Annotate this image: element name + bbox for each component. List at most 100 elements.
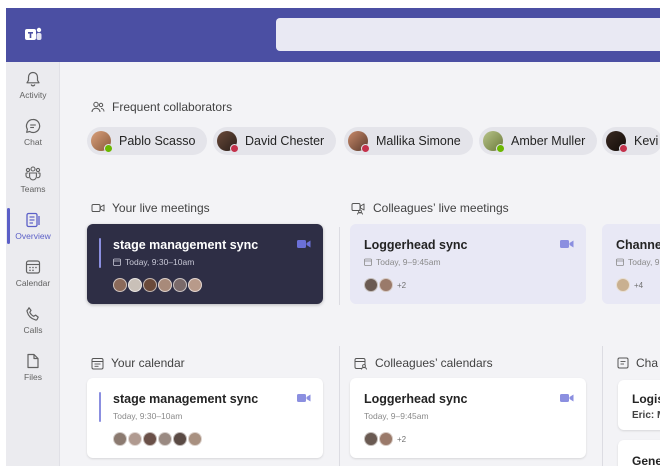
top-bar (6, 8, 660, 62)
calendar-small-icon (616, 258, 624, 266)
rail-item-teams[interactable]: Teams (6, 160, 60, 206)
channel-card[interactable]: Gener (618, 440, 660, 466)
section-divider (339, 346, 340, 466)
presence-busy-icon (361, 144, 370, 153)
meeting-time: Today, 9 (616, 257, 660, 267)
rail-item-activity[interactable]: Activity (6, 66, 60, 112)
section-title: Frequent collaborators (112, 100, 233, 114)
calendar-event-card[interactable]: stage management sync Today, 9:30–10am (87, 378, 323, 458)
more-participants-count: +2 (397, 280, 407, 290)
app-rail: Activity Chat Teams Overview Calendar Ca… (6, 62, 60, 466)
meeting-title: stage management sync (113, 392, 259, 406)
avatar (217, 131, 239, 153)
section-title: Colleagues’ calendars (375, 356, 493, 370)
live-meeting-card[interactable]: stage management sync Today, 9:30–10am (87, 224, 323, 304)
avatar (158, 278, 172, 292)
presence-busy-icon (619, 144, 628, 153)
join-video-icon[interactable] (560, 393, 574, 403)
avatar (483, 131, 505, 153)
chat-icon (25, 118, 41, 134)
avatar (188, 432, 202, 446)
frequent-collaborators-header: Frequent collaborators (91, 100, 232, 114)
channel-title: Gener (632, 454, 660, 466)
collaborator-chip[interactable]: Kevi (602, 127, 660, 155)
meeting-title: Loggerhead sync (364, 238, 468, 252)
rail-item-label: Calendar (15, 278, 51, 288)
colleague-calendar-card[interactable]: Loggerhead sync Today, 9–9:45am +2 (350, 378, 586, 458)
your-calendar-header: Your calendar (91, 356, 185, 370)
meeting-accent-bar (99, 392, 101, 422)
avatar (364, 278, 378, 292)
people-icon (91, 101, 105, 113)
more-participants-count: +2 (397, 434, 407, 444)
section-title: Your live meetings (112, 201, 210, 215)
channel-icon (617, 357, 629, 369)
colleague-meeting-card[interactable]: Loggerhead sync Today, 9–9:45am +2 (350, 224, 586, 304)
join-video-icon[interactable] (297, 393, 311, 403)
calendar-icon (91, 357, 104, 369)
rail-item-calendar[interactable]: Calendar (6, 254, 60, 300)
search-input[interactable] (276, 18, 660, 51)
file-icon (27, 353, 39, 369)
avatar (173, 432, 187, 446)
avatar (616, 278, 630, 292)
teams-icon (25, 166, 41, 181)
meeting-accent-bar (99, 238, 101, 268)
section-title: Cha (636, 356, 659, 370)
calendar-small-icon (113, 258, 121, 266)
avatar (128, 278, 142, 292)
collaborator-name: Kevi (634, 134, 659, 148)
meeting-time: Today, 9–9:45am (364, 411, 429, 421)
avatar (606, 131, 628, 153)
join-video-icon[interactable] (297, 239, 311, 249)
avatar (158, 432, 172, 446)
section-divider (602, 346, 603, 466)
collaborator-name: David Chester (245, 134, 325, 148)
collaborator-name: Mallika Simone (376, 134, 461, 148)
colleague-calendar-icon (354, 357, 367, 370)
section-divider (339, 227, 340, 305)
video-camera-icon (91, 204, 105, 212)
rail-item-overview[interactable]: Overview (6, 207, 60, 253)
avatar (364, 432, 378, 446)
avatar (173, 278, 187, 292)
colleague-meeting-card[interactable]: Channel p Today, 9 +4 (602, 224, 660, 304)
meeting-time: Today, 9–9:45am (364, 257, 441, 267)
colleagues-calendars-header: Colleagues’ calendars (354, 356, 493, 370)
section-title: Your calendar (111, 356, 185, 370)
avatar (143, 278, 157, 292)
avatar (113, 278, 127, 292)
section-title: Colleagues’ live meetings (373, 201, 509, 215)
collaborator-chip[interactable]: David Chester (213, 127, 337, 155)
participant-avatars (113, 278, 202, 292)
meeting-time: Today, 9:30–10am (113, 411, 183, 421)
avatar (188, 278, 202, 292)
avatar (348, 131, 370, 153)
your-live-meetings-header: Your live meetings (91, 201, 210, 215)
collaborator-chip[interactable]: Pablo Scasso (87, 127, 208, 155)
rail-item-calls[interactable]: Calls (6, 301, 60, 347)
collaborator-chip[interactable]: Amber Muller (479, 127, 598, 155)
avatar (128, 432, 142, 446)
teams-logo-icon[interactable] (23, 26, 43, 44)
avatar (91, 131, 113, 153)
presence-available-icon (496, 144, 505, 153)
meeting-time: Today, 9:30–10am (113, 257, 194, 267)
rail-item-files[interactable]: Files (6, 348, 60, 394)
overview-content: Frequent collaborators Pablo Scasso Davi… (61, 62, 660, 466)
participant-avatars (113, 432, 202, 446)
participant-avatars: +2 (364, 278, 406, 292)
teams-window: Activity Chat Teams Overview Calendar Ca… (6, 8, 660, 466)
avatar (379, 278, 393, 292)
phone-icon (26, 307, 39, 321)
avatar (379, 432, 393, 446)
channels-header: Cha (617, 356, 658, 370)
collaborator-name: Amber Muller (511, 134, 586, 148)
channel-card[interactable]: Logist Eric: M (618, 380, 660, 430)
rail-item-label: Teams (20, 184, 46, 194)
rail-item-chat[interactable]: Chat (6, 113, 60, 159)
join-video-icon[interactable] (560, 239, 574, 249)
rail-item-label: Files (24, 372, 42, 382)
channel-preview: Eric: M (632, 410, 660, 421)
collaborator-chip[interactable]: Mallika Simone (344, 127, 473, 155)
